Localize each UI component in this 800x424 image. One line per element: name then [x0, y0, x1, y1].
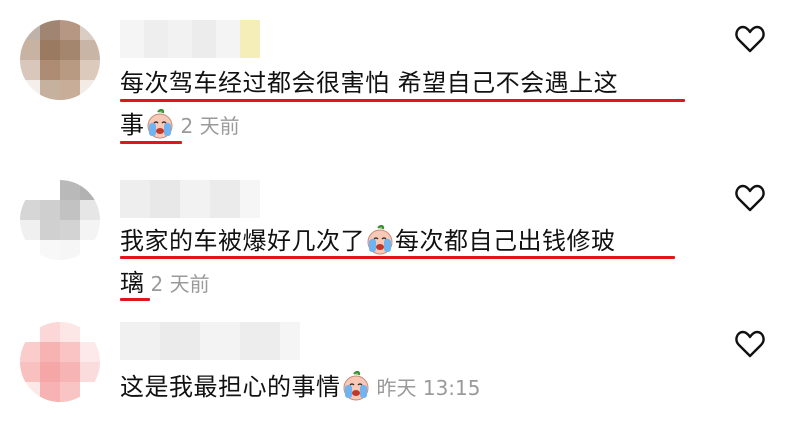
- comment-text-continued: 璃2 天前: [120, 269, 210, 297]
- like-heart-icon[interactable]: [735, 184, 765, 212]
- red-underline: [120, 298, 150, 301]
- avatar-blurred[interactable]: [20, 180, 100, 260]
- timestamp: 2 天前: [180, 114, 240, 138]
- crying-face-emoji: [367, 225, 393, 255]
- username-blurred[interactable]: [120, 20, 260, 58]
- username-blurred[interactable]: [120, 322, 300, 360]
- like-heart-icon[interactable]: [735, 25, 765, 53]
- avatar-blurred[interactable]: [20, 20, 100, 100]
- crying-face-emoji: [147, 109, 172, 139]
- timestamp: 昨天 13:15: [376, 376, 481, 400]
- red-underline: [120, 256, 675, 259]
- red-underline: [120, 141, 182, 144]
- comment-item-3: 这是我最担心的事情 昨天 13:15: [0, 310, 800, 424]
- comment-text: 这是我最担心的事情 昨天 13:15: [120, 371, 481, 401]
- timestamp: 2 天前: [150, 272, 210, 296]
- username-blurred[interactable]: [120, 180, 260, 218]
- comment-text: 我家的车被爆好几次了 每次都自己出钱修玻: [120, 225, 616, 255]
- comment-text-continued: 事 2 天前: [120, 109, 240, 139]
- comment-item-1: 每次驾车经过都会很害怕 希望自己不会遇上这 事 2 天前: [0, 0, 800, 160]
- avatar-blurred[interactable]: [20, 322, 100, 402]
- crying-face-emoji: [343, 371, 368, 401]
- comment-text: 每次驾车经过都会很害怕 希望自己不会遇上这: [120, 69, 619, 97]
- like-heart-icon[interactable]: [735, 330, 765, 358]
- comment-item-2: 我家的车被爆好几次了 每次都自己出钱修玻 璃2 天前: [0, 160, 800, 310]
- red-underline: [120, 99, 685, 102]
